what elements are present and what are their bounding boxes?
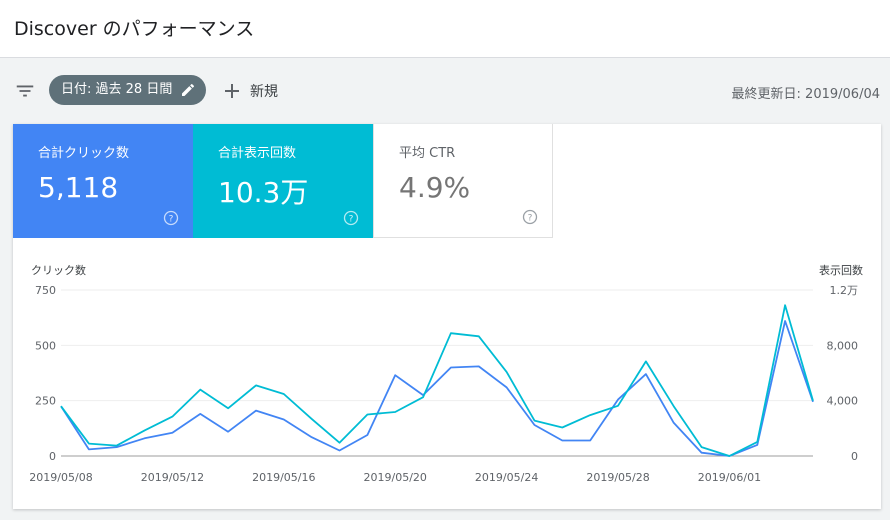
svg-text:?: ? <box>528 214 533 224</box>
y2-axis-title: 表示回数 <box>819 263 863 277</box>
metric-total-clicks[interactable]: 合計クリック数 5,118 ? <box>13 124 193 238</box>
x-tick-label: 2019/05/28 <box>586 471 649 484</box>
x-tick-label: 2019/05/12 <box>141 471 204 484</box>
last-updated-text: 最終更新日: 2019/06/04 <box>731 87 880 102</box>
metric-value: 5,118 <box>38 171 119 204</box>
x-tick-label: 2019/05/24 <box>475 471 538 484</box>
clicks-line <box>60 320 814 457</box>
svg-text:?: ? <box>349 215 354 225</box>
y2-tick-label: 4,000 <box>827 395 859 408</box>
svg-text:?: ? <box>169 215 174 225</box>
y-tick-label: 500 <box>35 339 56 352</box>
y-tick-label: 250 <box>35 395 56 408</box>
filter-list-icon[interactable] <box>14 80 36 102</box>
metric-label: 合計クリック数 <box>38 146 130 161</box>
page-title: Discover のパフォーマンス <box>14 18 255 40</box>
filter-toolbar: 日付: 過去 28 日間 新規 最終更新日: 2019/06/04 <box>0 58 890 124</box>
metric-value: 4.9% <box>399 171 471 204</box>
metric-label: 合計表示回数 <box>218 146 297 161</box>
metric-label: 平均 CTR <box>399 146 456 161</box>
x-tick-label: 2019/05/16 <box>252 471 315 484</box>
metric-value: 10.3万 <box>218 176 309 209</box>
metric-total-impressions[interactable]: 合計表示回数 10.3万 ? <box>193 124 373 238</box>
plus-icon <box>225 84 239 98</box>
performance-card: 合計クリック数 5,118 ? 合計表示回数 10.3万 ? 平均 CTR 4.… <box>13 124 881 509</box>
help-icon[interactable]: ? <box>343 210 359 226</box>
y-tick-label: 750 <box>35 284 56 297</box>
x-tick-label: 2019/05/20 <box>364 471 427 484</box>
chart-series <box>60 304 814 457</box>
y2-tick-label: 0 <box>851 450 858 463</box>
help-icon[interactable]: ? <box>163 210 179 226</box>
date-filter-chip[interactable]: 日付: 過去 28 日間 <box>49 75 207 105</box>
y2-tick-label: 8,000 <box>827 339 859 352</box>
y-tick-label: 0 <box>49 450 56 463</box>
help-icon[interactable]: ? <box>522 209 538 225</box>
new-filter-button[interactable]: 新規 <box>224 78 278 104</box>
y2-tick-label: 1.2万 <box>830 284 859 297</box>
page-header: Discover のパフォーマンス <box>0 0 890 58</box>
y-axis-title: クリック数 <box>31 264 86 277</box>
new-filter-label: 新規 <box>250 84 278 100</box>
metric-average-ctr[interactable]: 平均 CTR 4.9% ? <box>373 124 553 238</box>
x-tick-label: 2019/06/01 <box>698 471 761 484</box>
date-filter-label: 日付: 過去 28 日間 <box>61 82 173 97</box>
x-tick-label: 2019/05/08 <box>29 471 92 484</box>
pencil-icon <box>182 83 195 96</box>
performance-chart[interactable]: クリック数 表示回数 0 0 250 4,000 500 8,000 750 1.2万 2019/0… <box>13 252 881 502</box>
